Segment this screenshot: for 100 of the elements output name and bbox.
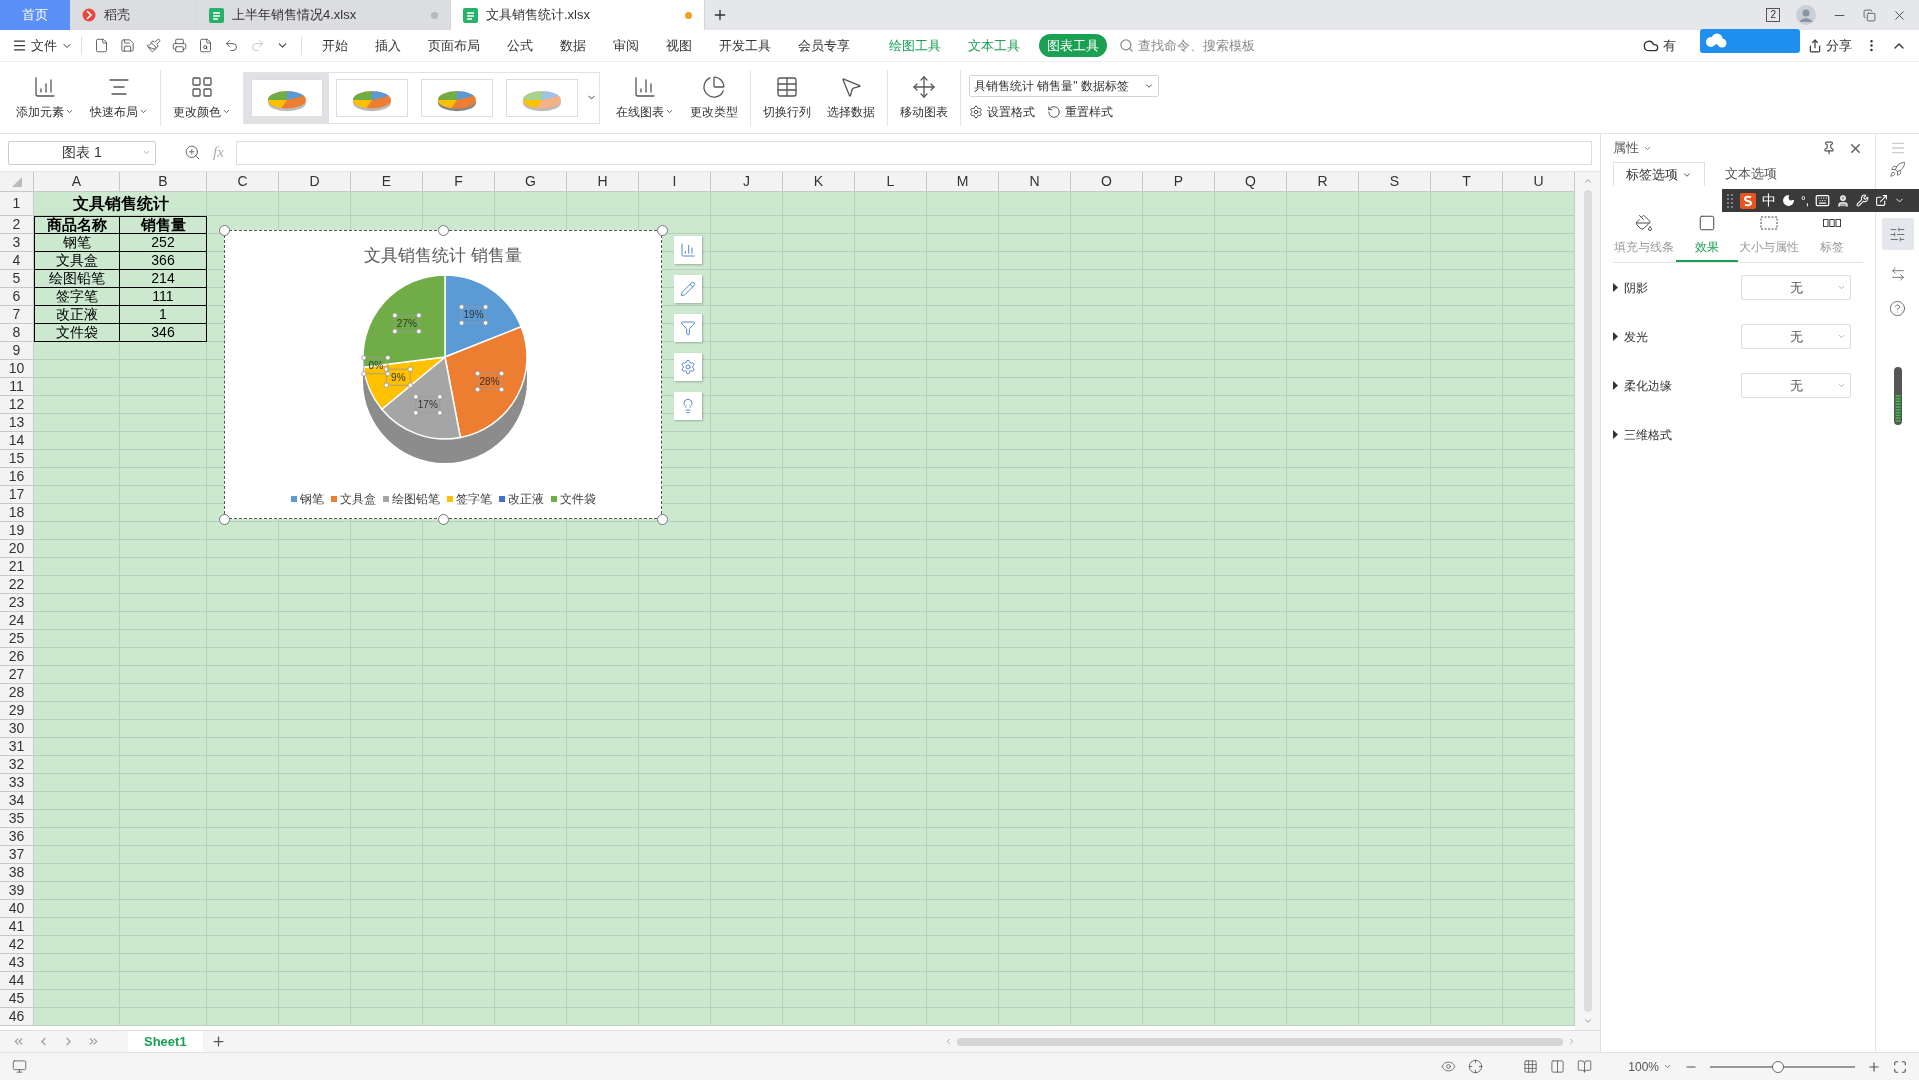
row-header[interactable]: 43 — [0, 954, 34, 972]
ribbon-button[interactable]: 选择数据 — [819, 65, 883, 130]
row-header[interactable]: 14 — [0, 432, 34, 450]
column-header[interactable]: R — [1287, 172, 1359, 192]
panel-subtab[interactable]: 效果 — [1675, 214, 1738, 262]
row-header[interactable]: 34 — [0, 792, 34, 810]
share-button[interactable]: 分享 — [1808, 35, 1852, 56]
normal-view-icon[interactable] — [1523, 1059, 1539, 1074]
row-header[interactable]: 3 — [0, 234, 34, 252]
ribbon-button[interactable]: 重置样式 — [1047, 102, 1113, 121]
column-header[interactable]: G — [495, 172, 567, 192]
row-header[interactable]: 19 — [0, 522, 34, 540]
chart-side-button[interactable] — [674, 275, 702, 303]
crosshair-icon[interactable] — [1468, 1059, 1484, 1074]
menu-tab[interactable]: 视图 — [658, 33, 700, 58]
upload-toast[interactable] — [1700, 29, 1800, 53]
row-header[interactable]: 38 — [0, 864, 34, 882]
save-icon[interactable] — [120, 38, 135, 53]
menu-tab[interactable]: 会员专享 — [790, 33, 858, 58]
menu-tab[interactable]: 页面布局 — [420, 33, 488, 58]
first-sheet-icon[interactable] — [12, 1035, 25, 1048]
row-header[interactable]: 29 — [0, 702, 34, 720]
chart-style-gallery[interactable] — [243, 71, 600, 124]
row-header[interactable]: 22 — [0, 576, 34, 594]
cloud-button[interactable]: 有 — [1643, 35, 1676, 56]
column-header[interactable]: E — [351, 172, 423, 192]
row-header[interactable]: 33 — [0, 774, 34, 792]
column-header[interactable]: J — [711, 172, 783, 192]
menu-tab[interactable]: 公式 — [499, 33, 541, 58]
transform-icon[interactable] — [1889, 266, 1906, 282]
data-label[interactable]: 28% — [474, 370, 505, 393]
search-field[interactable]: 查找命令、搜索模板 — [1119, 35, 1255, 56]
zoom-icon[interactable] — [184, 144, 201, 161]
row-header[interactable]: 45 — [0, 990, 34, 1008]
column-header[interactable]: N — [999, 172, 1071, 192]
menu-tab[interactable]: 审阅 — [605, 33, 647, 58]
row-header[interactable]: 42 — [0, 936, 34, 954]
row-header[interactable]: 23 — [0, 594, 34, 612]
section-header[interactable]: 柔化边缘 — [1613, 376, 1672, 395]
chart-side-button[interactable] — [674, 392, 702, 420]
zoom-slider-thumb[interactable] — [1772, 1060, 1785, 1073]
column-header[interactable]: U — [1503, 172, 1575, 192]
row-header[interactable]: 18 — [0, 504, 34, 522]
column-header[interactable]: H — [567, 172, 639, 192]
column-header[interactable]: T — [1431, 172, 1503, 192]
new-file-icon[interactable] — [94, 38, 109, 53]
rocket-icon[interactable] — [1889, 161, 1906, 178]
column-header[interactable]: D — [279, 172, 351, 192]
row-header[interactable]: 25 — [0, 630, 34, 648]
column-header[interactable]: P — [1143, 172, 1215, 192]
row-header[interactable]: 28 — [0, 684, 34, 702]
vertical-scrollbar[interactable] — [1575, 172, 1600, 1030]
row-header[interactable]: 1 — [0, 192, 34, 216]
ribbon-button[interactable]: 移动图表 — [892, 65, 956, 130]
row-header[interactable]: 11 — [0, 378, 34, 396]
screen-icon[interactable] — [12, 1059, 27, 1074]
add-sheet-icon[interactable] — [210, 1034, 226, 1049]
row-header[interactable]: 13 — [0, 414, 34, 432]
resize-handle[interactable] — [438, 225, 449, 236]
menu-tab[interactable]: 开始 — [314, 33, 356, 58]
data-label[interactable]: 0% — [361, 355, 391, 377]
row-header[interactable]: 27 — [0, 666, 34, 684]
file-menu[interactable]: 文件 — [12, 35, 81, 56]
row-header[interactable]: 10 — [0, 360, 34, 378]
row-header[interactable]: 26 — [0, 648, 34, 666]
ribbon-button[interactable]: 添加元素 — [8, 65, 82, 130]
section-header[interactable]: 发光 — [1613, 327, 1648, 346]
file-tab[interactable]: 上半年销售情况4.xlsx — [197, 0, 451, 30]
row-header[interactable]: 9 — [0, 342, 34, 360]
row-header[interactable]: 5 — [0, 270, 34, 288]
paintbrush-icon[interactable] — [146, 38, 161, 53]
column-header[interactable]: A — [34, 172, 120, 192]
section-header[interactable]: 三维格式 — [1613, 425, 1672, 444]
name-box[interactable]: 图表 1 — [8, 140, 156, 165]
file-tab[interactable]: 文具销售统计.xlsx — [451, 0, 705, 30]
row-header[interactable]: 17 — [0, 486, 34, 504]
row-header[interactable]: 46 — [0, 1008, 34, 1026]
row-header[interactable]: 39 — [0, 882, 34, 900]
ribbon-button[interactable]: 在线图表 — [608, 65, 682, 130]
row-header[interactable]: 32 — [0, 756, 34, 774]
zoom-level[interactable]: 100% — [1628, 1057, 1672, 1076]
formula-field[interactable] — [235, 140, 1592, 165]
data-label[interactable]: 27% — [392, 312, 422, 335]
effect-dropdown[interactable]: 无 — [1741, 275, 1851, 300]
row-header[interactable]: 36 — [0, 828, 34, 846]
data-label[interactable]: 9% — [383, 366, 413, 388]
column-header[interactable]: B — [120, 172, 207, 192]
chart-style-thumbnail[interactable] — [244, 72, 329, 123]
row-header[interactable]: 44 — [0, 972, 34, 990]
avatar-icon[interactable] — [1796, 5, 1816, 25]
chart-side-button[interactable] — [674, 314, 702, 342]
ribbon-button[interactable]: 更改类型 — [682, 65, 746, 130]
zoom-in-icon[interactable] — [1867, 1059, 1881, 1074]
eye-icon[interactable] — [1441, 1059, 1457, 1074]
row-header[interactable]: 16 — [0, 468, 34, 486]
column-header[interactable]: O — [1071, 172, 1143, 192]
effect-dropdown[interactable]: 无 — [1741, 373, 1851, 398]
panel-tab[interactable]: 文本选项 — [1705, 162, 1797, 186]
row-header[interactable]: 7 — [0, 306, 34, 324]
fullscreen-icon[interactable] — [1893, 1059, 1907, 1074]
